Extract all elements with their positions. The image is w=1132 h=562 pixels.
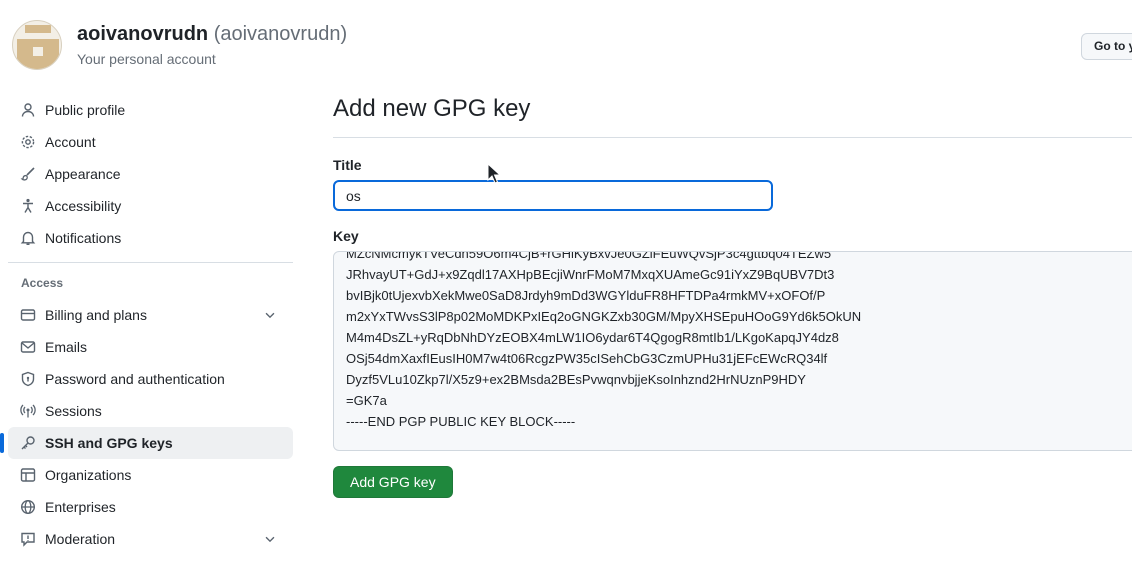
- sidebar-item-label: Account: [45, 134, 96, 150]
- report-icon: [20, 531, 36, 547]
- key-text: MZcNMcmykTVeCdn59O6m4CjB+rGHiKyBxvJe0GZi…: [346, 251, 862, 432]
- account-login: (aoivanovrudn): [213, 23, 348, 45]
- go-to-profile-button[interactable]: Go to y: [1081, 33, 1132, 60]
- sidebar-item-label: Sessions: [45, 403, 102, 419]
- key-line: m2xYxTWvsS3lP8p02MoMDKPxIEq2oGNGKZxb30GM…: [346, 309, 862, 324]
- account-name[interactable]: aoivanovrudn: [77, 23, 208, 45]
- paintbrush-icon: [20, 166, 36, 182]
- key-line: JRhvayUT+GdJ+x9Zqdl17AXHpBEcjiWnrFMoM7Mx…: [346, 267, 835, 282]
- sidebar-item-appearance[interactable]: Appearance: [8, 158, 293, 190]
- key-icon: [20, 435, 36, 451]
- sidebar-item-label: Appearance: [45, 166, 121, 182]
- main-content: Add new GPG key Title Key MZcNMcmykTVeCd…: [333, 95, 1132, 498]
- title-divider: [333, 137, 1132, 138]
- title-label: Title: [333, 157, 362, 173]
- key-line: M4m4DsZL+yRqDbNhDYzEOBX4mLW1IO6ydar6T4Qg…: [346, 330, 839, 345]
- sidebar-item-ssh-gpg-keys[interactable]: SSH and GPG keys: [0, 427, 293, 459]
- gear-icon: [20, 134, 36, 150]
- sidebar-item-label: Enterprises: [45, 499, 116, 515]
- mouse-cursor-icon: [487, 163, 501, 184]
- sidebar-item-label: Emails: [45, 339, 88, 355]
- account-subtitle: Your personal account: [77, 51, 216, 67]
- shield-lock-icon: [20, 371, 36, 387]
- sidebar-item-moderation[interactable]: Moderation: [8, 523, 293, 555]
- globe-icon: [20, 499, 36, 515]
- mail-icon: [20, 339, 36, 355]
- sidebar-item-account[interactable]: Account: [8, 126, 293, 158]
- key-line: -----END PGP PUBLIC KEY BLOCK-----: [346, 414, 576, 429]
- sidebar-item-label: Organizations: [45, 467, 132, 483]
- sidebar-item-label: SSH and GPG keys: [45, 435, 173, 451]
- account-title: aoivanovrudn (aoivanovrudn): [77, 23, 347, 46]
- sidebar-item-label: Accessibility: [45, 198, 122, 214]
- sidebar-item-notifications[interactable]: Notifications: [8, 222, 293, 254]
- sidebar-item-billing[interactable]: Billing and plans: [8, 299, 293, 331]
- title-input[interactable]: [333, 180, 773, 211]
- broadcast-icon: [20, 403, 36, 419]
- sidebar-item-label: Notifications: [45, 230, 122, 246]
- sidebar-item-public-profile[interactable]: Public profile: [8, 94, 293, 126]
- table-icon: [20, 467, 36, 483]
- sidebar-item-label: Billing and plans: [45, 307, 147, 323]
- sidebar-item-organizations[interactable]: Organizations: [8, 459, 293, 491]
- chevron-down-icon[interactable]: [263, 308, 277, 322]
- bell-icon: [20, 230, 36, 246]
- key-line: Dyzf5VLu10Zkp7l/X5z9+ex2BMsda2BEsPvwqnvb…: [346, 372, 806, 387]
- add-gpg-key-button[interactable]: Add GPG key: [333, 466, 453, 498]
- sidebar-item-emails[interactable]: Emails: [8, 331, 293, 363]
- sidebar-item-accessibility[interactable]: Accessibility: [8, 190, 293, 222]
- key-line: MZcNMcmykTVeCdn59O6m4CjB+rGHiKyBxvJe0GZi…: [346, 251, 832, 261]
- key-label: Key: [333, 228, 359, 244]
- key-line: =GK7a: [346, 393, 387, 408]
- sidebar-item-password-auth[interactable]: Password and authentication: [8, 363, 293, 395]
- account-header: aoivanovrudn (aoivanovrudn) Your persona…: [12, 20, 347, 72]
- page-title: Add new GPG key: [333, 95, 531, 122]
- account-heading: aoivanovrudn (aoivanovrudn) Your persona…: [77, 23, 347, 67]
- key-textarea[interactable]: MZcNMcmykTVeCdn59O6m4CjB+rGHiKyBxvJe0GZi…: [333, 251, 1132, 451]
- sidebar-item-sessions[interactable]: Sessions: [8, 395, 293, 427]
- sidebar-item-label: Password and authentication: [45, 371, 225, 387]
- sidebar-group-title-access: Access: [21, 276, 64, 290]
- chevron-down-icon[interactable]: [263, 532, 277, 546]
- sidebar-item-label: Public profile: [45, 102, 126, 118]
- sidebar-item-label: Moderation: [45, 531, 116, 547]
- settings-sidebar: Public profile Account Appearance Access…: [0, 94, 293, 555]
- credit-card-icon: [20, 307, 36, 323]
- accessibility-icon: [20, 198, 36, 214]
- sidebar-item-enterprises[interactable]: Enterprises: [8, 491, 293, 523]
- sidebar-divider: [8, 262, 293, 263]
- key-line: bvIBjk0tUjexvbXekMwe0SaD8Jrdyh9mDd3WGYld…: [346, 288, 826, 303]
- person-icon: [20, 102, 36, 118]
- avatar[interactable]: [12, 20, 62, 70]
- key-line: OSj54dmXaxfIEusIH0M7w4t06RcgzPW35cISehCb…: [346, 351, 828, 366]
